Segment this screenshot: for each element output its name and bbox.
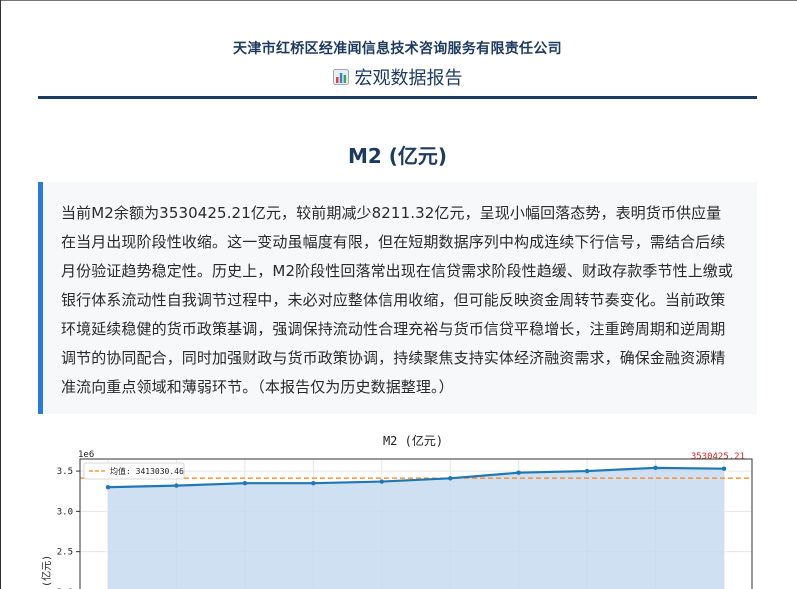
data-point	[584, 468, 590, 474]
chart-svg: M2 (亿元) 1e6 3530425.21 M2 (亿元) 2.02.53.0…	[40, 433, 753, 589]
summary-box: 当前M2余额为3530425.21亿元，较前期减少8211.32亿元，呈现小幅回…	[38, 182, 757, 414]
y-tick-label: 2.5	[57, 548, 73, 558]
chart-title: M2 (亿元)	[383, 433, 443, 448]
data-point	[174, 483, 179, 488]
area-fill	[108, 467, 724, 589]
plot-area: 2.02.53.03.5均值: 3413030.46	[57, 458, 753, 589]
last-value-label: 3530425.21	[691, 452, 745, 462]
data-point	[105, 485, 111, 490]
page-border-left	[0, 0, 1, 589]
page-title: M2 (亿元)	[347, 144, 448, 168]
y-tick-label: 3.5	[57, 467, 73, 477]
data-point	[516, 470, 521, 475]
data-point	[448, 476, 453, 481]
data-point	[311, 480, 316, 486]
report-header: 天津市红桥区经准闻信息技术咨询服务有限责任公司 宏观数据报告	[38, 38, 757, 90]
company-name: 天津市红桥区经准闻信息技术咨询服务有限责任公司	[233, 41, 562, 57]
y-tick-label: 3.0	[57, 507, 73, 517]
header-divider	[38, 96, 757, 99]
data-point	[242, 480, 248, 486]
bar-chart-icon	[332, 69, 349, 85]
data-point	[653, 465, 658, 471]
m2-chart: M2 (亿元) 1e6 3530425.21 M2 (亿元) 2.02.53.0…	[38, 430, 757, 589]
legend-label: 均值: 3413030.46	[110, 466, 184, 476]
page-border-top	[0, 0, 797, 1]
report-title-line: 宏观数据报告	[38, 64, 757, 90]
data-point	[379, 479, 384, 484]
summary-text: 当前M2余额为3530425.21亿元，较前期减少8211.32亿元，呈现小幅回…	[61, 204, 733, 396]
data-point	[721, 466, 727, 471]
report-title: 宏观数据报告	[354, 68, 463, 89]
y-axis-label: M2 (亿元)	[40, 555, 53, 589]
